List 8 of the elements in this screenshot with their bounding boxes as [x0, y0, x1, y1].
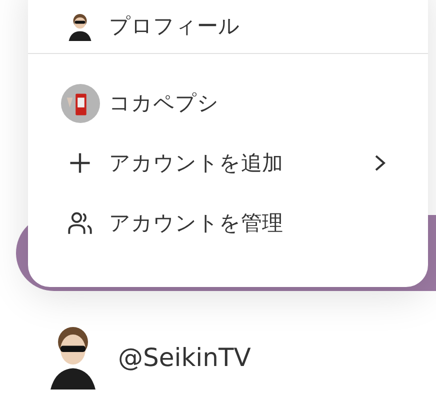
- avatar-icon: [60, 84, 100, 122]
- menu-item[interactable]: アカウントを追加: [28, 133, 428, 193]
- menu-item[interactable]: プロフィール: [28, 0, 428, 53]
- people-icon: [67, 210, 93, 236]
- menu-item[interactable]: コカペプシ: [28, 73, 428, 133]
- channel-handle: @SeikinTV: [118, 342, 251, 372]
- menu-item[interactable]: アカウントを管理: [28, 193, 428, 253]
- avatar-icon: [48, 324, 98, 390]
